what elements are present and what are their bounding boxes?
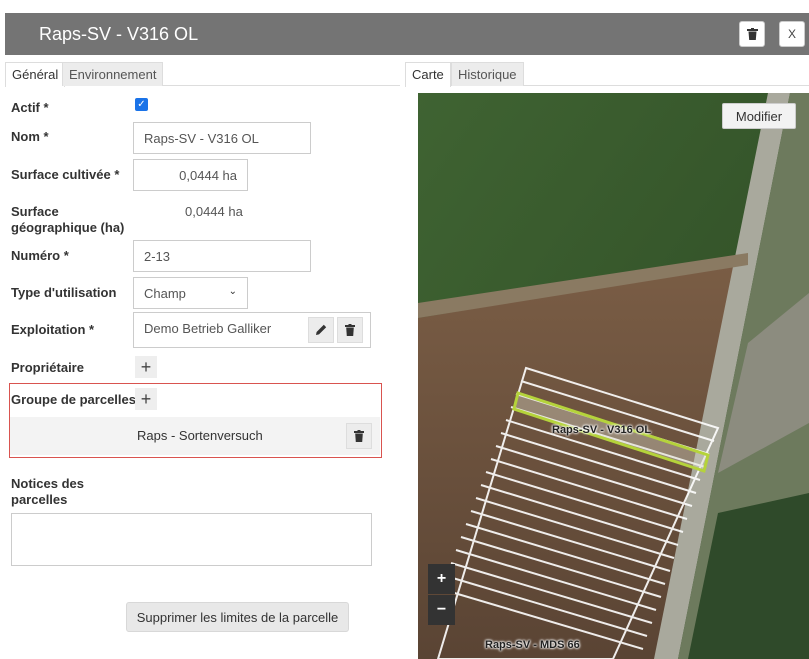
edit-exploitation-button[interactable]	[308, 317, 334, 343]
dialog-header: Raps-SV - V316 OL X	[5, 13, 809, 55]
dialog-title: Raps-SV - V316 OL	[39, 24, 199, 44]
groupe-item-label: Raps - Sortenversuch	[137, 428, 263, 443]
tab-carte[interactable]: Carte	[405, 62, 451, 87]
actif-label: Actif *	[11, 100, 49, 115]
tab-general[interactable]: Général	[5, 62, 66, 87]
nom-input[interactable]: Raps-SV - V316 OL	[133, 122, 311, 154]
notices-label-line2: parcelles	[11, 492, 68, 507]
trash-icon	[345, 324, 355, 336]
plus-icon: +	[140, 356, 152, 377]
pencil-icon	[316, 324, 327, 335]
surface-cultivee-input[interactable]: 0,0444 ha	[133, 159, 248, 191]
trash-icon	[354, 430, 364, 442]
add-proprietaire-button[interactable]: +	[135, 356, 157, 378]
surface-geo-value: 0,0444 ha	[185, 204, 243, 219]
numero-input[interactable]: 2-13	[133, 240, 311, 272]
groupe-label: Groupe de parcelles	[11, 392, 136, 407]
exploitation-label: Exploitation *	[11, 322, 95, 337]
type-utilisation-select[interactable]: Champ ⌄	[133, 277, 248, 309]
notices-label-line1: Notices des	[11, 476, 84, 491]
zoom-out-button[interactable]: −	[428, 595, 455, 625]
nom-label: Nom *	[11, 129, 49, 144]
right-tab-bar: Carte Historique	[405, 62, 809, 87]
satellite-image	[418, 93, 809, 659]
exploitation-field: Demo Betrieb Galliker	[133, 312, 371, 348]
map-view[interactable]: Modifier + − Raps-SV - V316 OL Raps-SV -…	[418, 93, 809, 659]
type-utilisation-label: Type d'utilisation	[11, 285, 117, 300]
delete-parcel-button[interactable]	[739, 21, 765, 47]
left-tab-bar: Général Environnement	[5, 62, 400, 87]
notices-textarea[interactable]	[11, 513, 372, 566]
numero-label: Numéro *	[11, 248, 69, 263]
surface-geo-label-line1: Surface	[11, 204, 59, 219]
delete-groupe-button[interactable]	[346, 423, 372, 449]
map-modifier-button[interactable]: Modifier	[722, 103, 796, 129]
close-button[interactable]: X	[779, 21, 805, 47]
close-icon: X	[787, 27, 796, 41]
delete-bounds-button[interactable]: Supprimer les limites de la parcelle	[126, 602, 349, 632]
delete-exploitation-button[interactable]	[337, 317, 363, 343]
actif-checkbox[interactable]: ✓	[135, 98, 148, 111]
zoom-in-button[interactable]: +	[428, 564, 455, 594]
surface-geo-label-line2: géographique (ha)	[11, 220, 125, 235]
tab-environnement[interactable]: Environnement	[62, 62, 164, 86]
trash-icon	[746, 28, 758, 40]
plus-icon: +	[140, 388, 152, 409]
tab-historique[interactable]: Historique	[451, 62, 524, 86]
parcel-map-label: Raps-SV - V316 OL	[552, 424, 652, 436]
add-groupe-button[interactable]: +	[135, 388, 157, 410]
proprietaire-label: Propriétaire	[11, 360, 84, 375]
parcel-map-label-bottom: Raps-SV - MDS 66	[485, 639, 580, 651]
surface-cultivee-label: Surface cultivée *	[11, 167, 120, 182]
chevron-down-icon: ⌄	[228, 286, 237, 297]
